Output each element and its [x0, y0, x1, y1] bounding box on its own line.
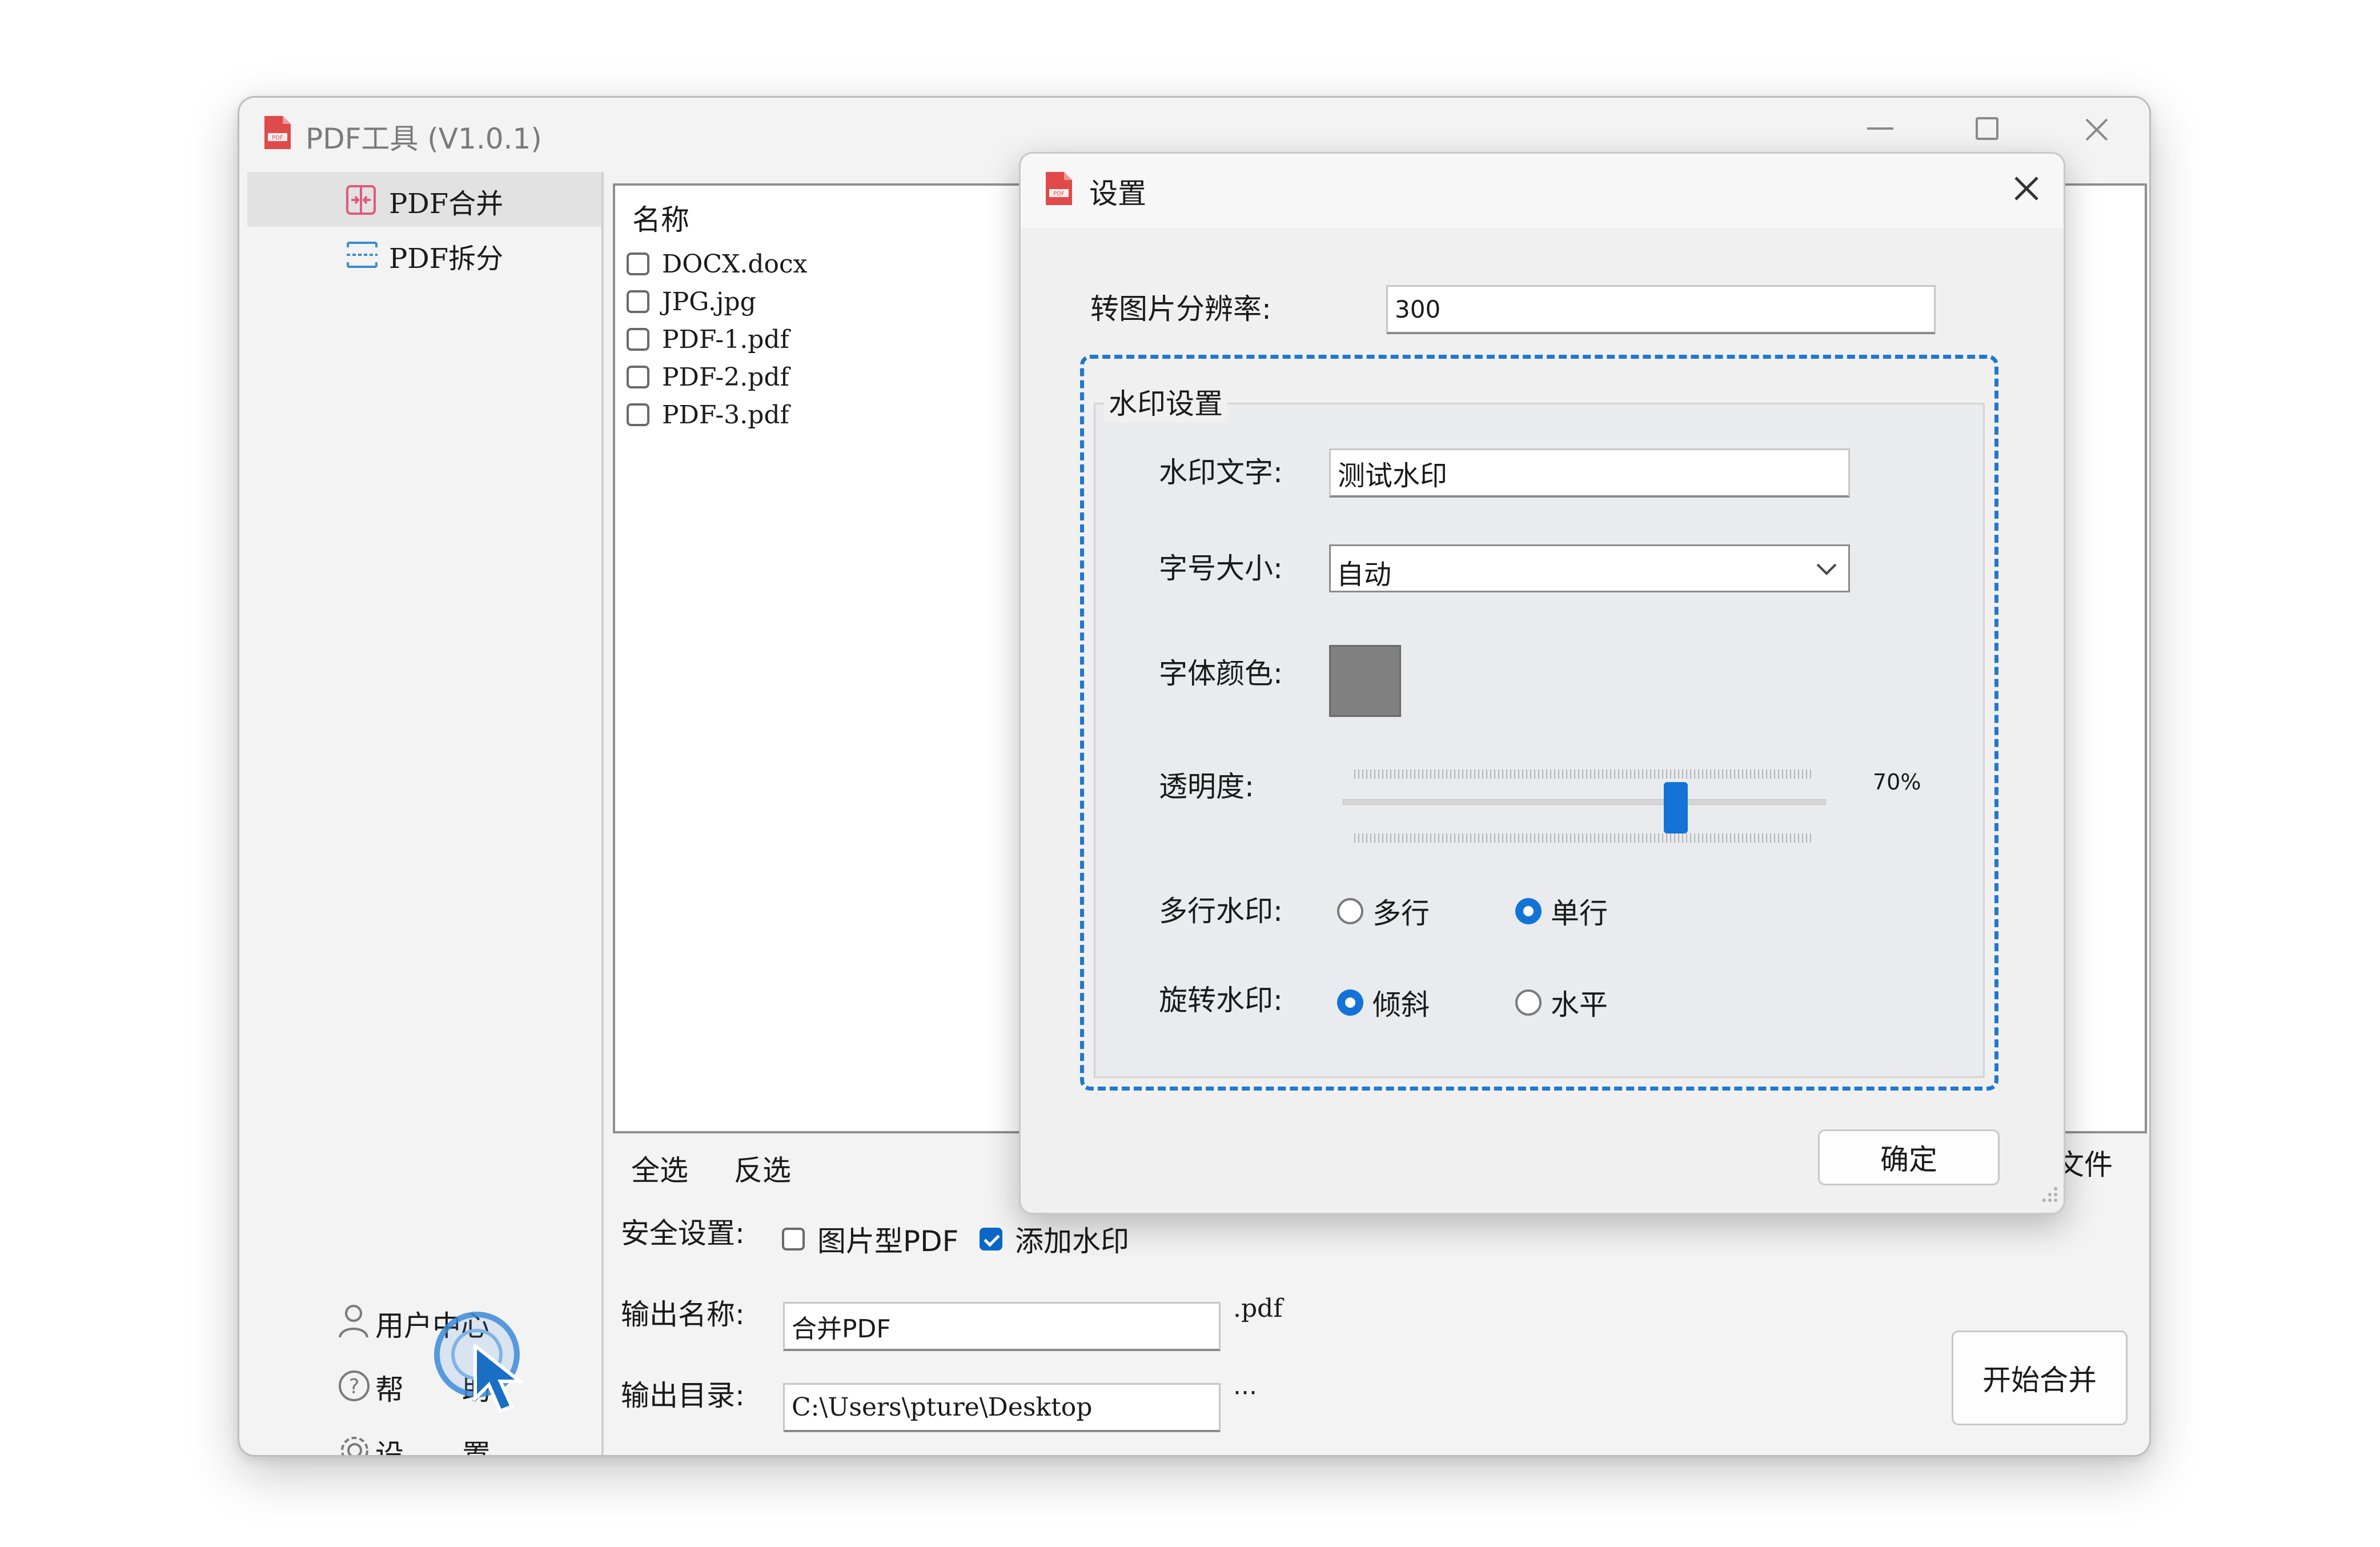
resolution-input[interactable]: 300	[1386, 285, 1936, 334]
font-size-value: 自动	[1337, 559, 1392, 591]
file-checkbox[interactable]	[627, 253, 649, 275]
maximize-button[interactable]	[1976, 117, 1998, 140]
image-pdf-label: 图片型PDF	[817, 1225, 959, 1258]
security-label: 安全设置:	[621, 1217, 745, 1250]
output-dir-input[interactable]: C:\Users\pture\Desktop	[783, 1383, 1221, 1432]
file-row[interactable]: PDF-1.pdf	[627, 320, 1026, 358]
file-row[interactable]: PDF-3.pdf	[627, 396, 1026, 434]
sidebar: PDF合并 PDF拆分 用户中心 ? 帮 助	[247, 172, 601, 1455]
output-name-label: 输出名称:	[621, 1298, 745, 1331]
browse-dir-button[interactable]: ···	[1233, 1378, 1257, 1408]
svg-text:PDF: PDF	[1053, 191, 1065, 197]
font-size-select[interactable]: 自动	[1329, 544, 1850, 592]
dialog-title-bar: PDF 设置	[1021, 154, 2064, 228]
multiline-option-single[interactable]: 单行	[1515, 891, 1608, 932]
opacity-label: 透明度:	[1159, 770, 1254, 803]
image-pdf-checkbox[interactable]	[782, 1228, 805, 1251]
watermark-text-label: 水印文字:	[1159, 456, 1283, 489]
sidebar-item-settings-label-a: 设	[375, 1438, 404, 1457]
split-icon	[347, 242, 378, 268]
close-dialog-button[interactable]	[2012, 174, 2041, 203]
opacity-slider-thumb[interactable]	[1664, 782, 1688, 833]
settings-dialog: PDF 设置 转图片分辨率: 300 水印设置 水印文字: 测试水印 字号大小:…	[1019, 152, 2065, 1215]
select-all-link[interactable]: 全选	[631, 1148, 688, 1189]
opacity-slider-bottom-ticks	[1354, 833, 1813, 843]
svg-text:PDF: PDF	[272, 135, 283, 141]
file-name: JPG.jpg	[662, 287, 756, 316]
opacity-value: 70%	[1873, 770, 1921, 795]
minimize-button[interactable]	[1867, 127, 1893, 130]
gear-icon	[341, 1437, 368, 1455]
rotate-option-tilt-label: 倾斜	[1372, 988, 1430, 1021]
close-window-button[interactable]	[2083, 116, 2110, 143]
multiline-option-single-label: 单行	[1551, 897, 1608, 930]
file-row[interactable]: JPG.jpg	[627, 283, 1026, 320]
add-watermark-option[interactable]: 添加水印	[980, 1219, 1129, 1260]
invert-select-link[interactable]: 反选	[734, 1148, 791, 1189]
rotate-option-horizontal-label: 水平	[1551, 988, 1608, 1021]
file-name: DOCX.docx	[662, 249, 808, 279]
window-title: PDF工具 (V1.0.1)	[306, 122, 542, 155]
resize-grip-icon[interactable]	[2038, 1185, 2059, 1206]
user-icon	[339, 1305, 368, 1338]
output-name-suffix: .pdf	[1233, 1294, 1283, 1323]
svg-text:?: ?	[348, 1375, 359, 1398]
file-name: PDF-1.pdf	[662, 324, 789, 354]
multiline-option-multi-label: 多行	[1372, 897, 1430, 930]
pdf-app-icon: PDF	[264, 116, 291, 149]
rotate-label: 旋转水印:	[1159, 984, 1283, 1017]
sidebar-item-split[interactable]: PDF拆分	[247, 227, 601, 282]
resolution-label: 转图片分辨率:	[1090, 292, 1271, 326]
watermark-group	[1094, 403, 1985, 1078]
merge-icon	[346, 185, 376, 215]
add-watermark-checkbox[interactable]	[980, 1228, 1002, 1251]
file-checkbox[interactable]	[627, 290, 649, 313]
opacity-slider[interactable]	[1343, 770, 1826, 843]
rotate-option-horizontal[interactable]: 水平	[1515, 982, 1608, 1023]
pdf-app-icon: PDF	[1046, 172, 1072, 205]
sidebar-item-split-label: PDF拆分	[389, 243, 504, 275]
rotate-radio-tilt[interactable]	[1337, 989, 1363, 1016]
sidebar-item-help-label-a: 帮	[375, 1373, 404, 1406]
file-name: PDF-3.pdf	[662, 400, 789, 430]
watermark-group-title: 水印设置	[1104, 381, 1227, 422]
file-checkbox[interactable]	[627, 403, 649, 426]
multiline-radio-multi[interactable]	[1337, 898, 1363, 924]
opacity-slider-top-ticks	[1354, 770, 1813, 779]
watermark-text-input[interactable]: 测试水印	[1329, 448, 1850, 498]
start-merge-button[interactable]: 开始合并	[1952, 1330, 2128, 1425]
output-dir-label: 输出目录:	[621, 1379, 745, 1412]
opacity-slider-track	[1343, 799, 1826, 805]
file-list-header-name: 名称	[632, 203, 689, 237]
file-checkbox[interactable]	[627, 328, 649, 351]
rotate-radio-horizontal[interactable]	[1515, 989, 1542, 1016]
file-name: PDF-2.pdf	[662, 362, 789, 392]
font-color-swatch[interactable]	[1329, 645, 1401, 717]
sidebar-divider	[601, 172, 604, 1455]
chevron-down-icon	[1816, 563, 1837, 575]
multiline-label: 多行水印:	[1159, 895, 1283, 928]
multiline-option-multi[interactable]: 多行	[1337, 891, 1430, 932]
sidebar-item-merge-label: PDF合并	[389, 188, 504, 220]
sidebar-item-merge[interactable]: PDF合并	[247, 172, 601, 227]
font-size-label: 字号大小:	[1159, 552, 1283, 585]
font-color-label: 字体颜色:	[1159, 657, 1283, 690]
sidebar-item-settings-label-b: 置	[462, 1438, 491, 1457]
rotate-option-tilt[interactable]: 倾斜	[1337, 982, 1430, 1023]
image-pdf-option[interactable]: 图片型PDF	[782, 1219, 958, 1260]
file-row[interactable]: PDF-2.pdf	[627, 358, 1026, 396]
ok-button[interactable]: 确定	[1818, 1129, 2000, 1185]
sidebar-item-settings[interactable]: 设 置	[330, 1424, 558, 1457]
output-name-input[interactable]: 合并PDF	[783, 1302, 1221, 1351]
dialog-title: 设置	[1089, 177, 1146, 210]
file-checkbox[interactable]	[627, 366, 649, 388]
help-icon: ?	[339, 1370, 370, 1401]
multiline-radio-single[interactable]	[1515, 898, 1542, 924]
add-watermark-label: 添加水印	[1015, 1225, 1129, 1258]
file-row[interactable]: DOCX.docx	[627, 245, 1026, 283]
cursor-arrow-icon	[473, 1344, 525, 1413]
